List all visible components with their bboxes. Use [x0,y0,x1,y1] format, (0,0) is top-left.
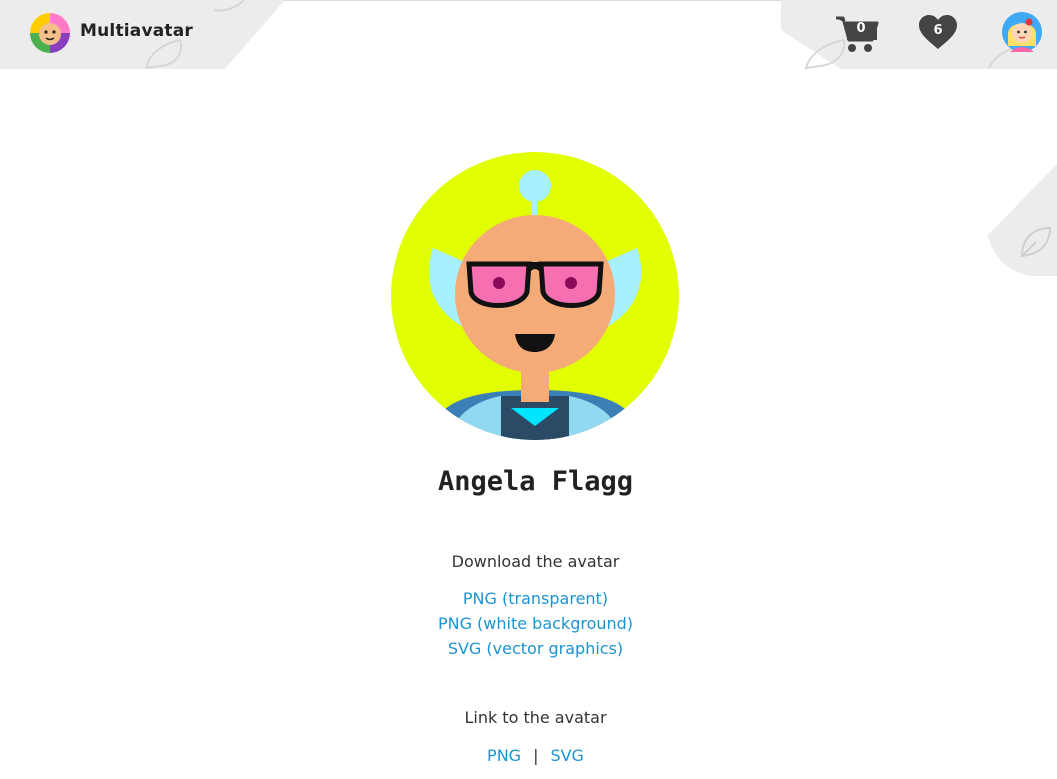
download-title: Download the avatar [451,552,620,571]
user-avatar-icon[interactable] [1002,12,1042,52]
avatar-image [391,152,679,440]
leaf-deco-icon [1020,226,1052,258]
link-separator: | [533,746,539,765]
download-svg-row: SVG (vector graphics) [0,639,1057,658]
link-section-title: Link to the avatar [464,708,607,727]
cart-count: 0 [856,21,866,36]
download-png-transparent-row: PNG (transparent) [0,589,1057,608]
link-row: PNG | SVG [0,746,1057,765]
download-png-white-link[interactable]: PNG (white background) [438,614,633,633]
favorites-count: 6 [933,23,943,38]
link-png[interactable]: PNG [487,746,521,765]
brand-name[interactable]: Multiavatar [80,21,193,41]
link-svg[interactable]: SVG [550,746,584,765]
download-png-white-row: PNG (white background) [0,614,1057,633]
download-svg-link[interactable]: SVG (vector graphics) [448,639,623,658]
avatar-name: Angela Flagg [437,466,634,497]
multiavatar-logo-icon[interactable] [30,13,70,53]
leaf-deco-icon [213,0,245,12]
download-png-transparent-link[interactable]: PNG (transparent) [463,589,608,608]
